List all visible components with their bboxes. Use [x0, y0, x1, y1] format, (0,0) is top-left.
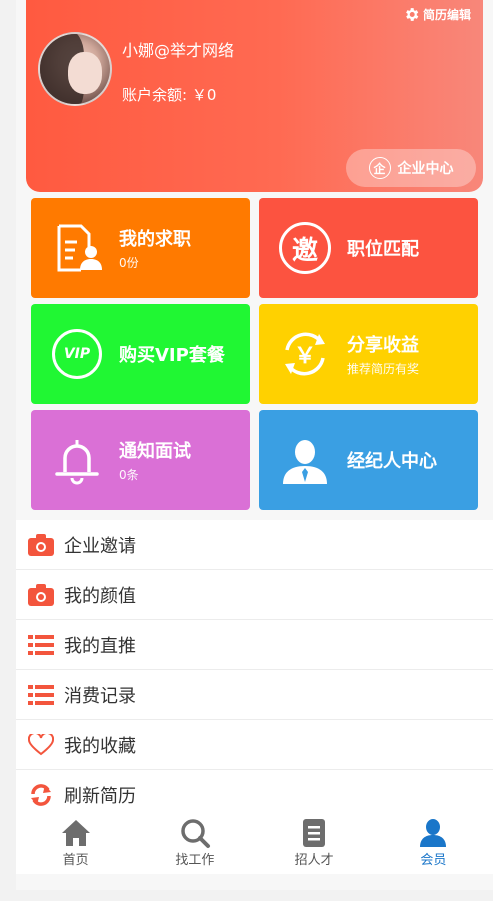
menu-item-label: 我的直推 — [64, 635, 136, 657]
resume-edit-button[interactable]: 简历编辑 — [403, 6, 471, 23]
menu-item-label: 消费记录 — [64, 685, 136, 707]
tile-interview-notice[interactable]: 通知面试 0条 — [31, 410, 250, 510]
account-balance: 账户余额: ￥0 — [122, 86, 217, 104]
heart-icon — [28, 732, 54, 758]
camera-icon — [28, 532, 54, 558]
menu-item-label: 我的收藏 — [64, 735, 136, 757]
tab-member[interactable]: 会员 — [374, 812, 493, 874]
list-icon — [28, 632, 54, 658]
tile-subtitle: 0条 — [119, 468, 139, 482]
bell-icon — [47, 430, 107, 490]
vip-icon: VIP — [47, 324, 107, 384]
document-icon — [303, 819, 326, 847]
resume-edit-label: 简历编辑 — [422, 8, 471, 22]
company-center-label: 企业中心 — [397, 161, 454, 177]
invite-seal-icon: 邀 — [275, 218, 335, 278]
app-screen: 简历编辑 小娜@举才网络 账户余额: ￥0 企 企业中心 我的求职 0份 邀 职… — [16, 0, 493, 890]
bottom-tab-bar: 首页 找工作 招人才 会员 — [16, 812, 493, 874]
tab-label: 会员 — [420, 853, 447, 868]
home-icon — [61, 820, 90, 846]
menu-item-my-looks[interactable]: 我的颜值 — [16, 570, 493, 620]
tile-share-earnings[interactable]: ￥ 分享收益 推荐简历有奖 — [259, 304, 478, 404]
tile-title: 职位匹配 — [347, 239, 419, 260]
menu-item-label: 刷新简历 — [64, 785, 136, 807]
menu-item-my-favorites[interactable]: 我的收藏 — [16, 720, 493, 770]
search-icon — [181, 819, 210, 848]
menu-item-label: 我的颜值 — [64, 585, 136, 607]
company-center-button[interactable]: 企 企业中心 — [346, 149, 476, 187]
tile-job-match[interactable]: 邀 职位匹配 — [259, 198, 478, 298]
tab-label: 首页 — [62, 853, 89, 868]
tile-title: 通知面试 — [119, 441, 191, 462]
tile-title: 我的求职 — [119, 229, 191, 250]
tab-find-job[interactable]: 找工作 — [135, 812, 254, 874]
tile-title: 经纪人中心 — [347, 451, 437, 472]
tab-label: 招人才 — [294, 853, 334, 868]
avatar[interactable] — [38, 32, 112, 106]
tile-subtitle: 0份 — [119, 256, 139, 270]
tile-my-job-applications[interactable]: 我的求职 0份 — [31, 198, 250, 298]
tile-agent-center[interactable]: 经纪人中心 — [259, 410, 478, 510]
tile-title: 购买VIP套餐 — [119, 345, 225, 366]
menu-item-spending-records[interactable]: 消费记录 — [16, 670, 493, 720]
resume-person-icon — [47, 218, 107, 278]
tab-label: 找工作 — [175, 853, 215, 868]
tab-recruit[interactable]: 招人才 — [255, 812, 374, 874]
menu-item-my-referrals[interactable]: 我的直推 — [16, 620, 493, 670]
tile-buy-vip[interactable]: VIP 购买VIP套餐 — [31, 304, 250, 404]
username: 小娜@举才网络 — [122, 41, 235, 60]
tile-title: 分享收益 — [347, 335, 419, 356]
gear-icon — [406, 8, 419, 21]
yuan-refresh-icon: ￥ — [275, 324, 335, 384]
menu-item-label: 企业邀请 — [64, 535, 136, 557]
refresh-icon — [28, 782, 54, 808]
camera-icon — [28, 582, 54, 608]
profile-header: 简历编辑 小娜@举才网络 账户余额: ￥0 企 企业中心 — [26, 0, 483, 192]
member-icon — [420, 819, 447, 847]
menu-item-company-invite[interactable]: 企业邀请 — [16, 520, 493, 570]
agent-person-icon — [275, 430, 335, 490]
list-icon — [28, 682, 54, 708]
tab-home[interactable]: 首页 — [16, 812, 135, 874]
tile-subtitle: 推荐简历有奖 — [347, 362, 420, 376]
company-icon: 企 — [368, 157, 391, 179]
menu-list: 企业邀请 我的颜值 我的直推 消费记录 我的收藏 刷新简历 — [16, 520, 493, 820]
